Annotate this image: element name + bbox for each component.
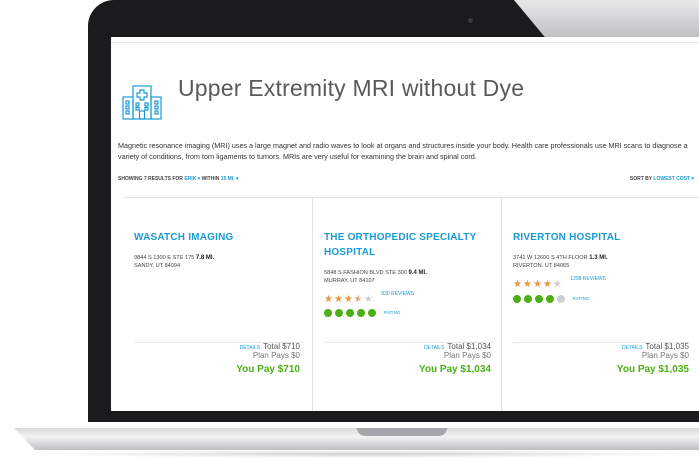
hospital-building-icon bbox=[121, 82, 163, 120]
circle-icon bbox=[335, 308, 343, 317]
circle-icon bbox=[535, 294, 543, 303]
distance-value: 15 MI. bbox=[220, 176, 235, 182]
details-link[interactable]: DETAILS bbox=[424, 345, 444, 351]
rating-link[interactable]: RATING bbox=[572, 296, 589, 301]
laptop-hinge-notch bbox=[357, 428, 447, 436]
star-icon: ★ bbox=[522, 279, 532, 290]
provider-name[interactable]: THE ORTHOPEDIC SPECIALTY HOSPITAL bbox=[324, 230, 489, 260]
circle-icon bbox=[368, 308, 376, 317]
sort-control: SORT BY LOWEST COST ▾ bbox=[630, 176, 694, 182]
address-line-2: SANDY, UT 84094 bbox=[134, 263, 181, 269]
address-line-1: 3741 W 12600 S 4TH FLOOR bbox=[513, 255, 588, 261]
star-icon: ★ bbox=[513, 279, 522, 290]
header-divider bbox=[111, 42, 699, 43]
reviews-link[interactable]: 830 REVIEWS bbox=[381, 289, 414, 299]
sort-dropdown[interactable]: LOWEST COST ▾ bbox=[653, 176, 694, 182]
laptop-shadow bbox=[30, 450, 699, 458]
circle-icon bbox=[524, 294, 532, 303]
page-title: Upper Extremity MRI without Dye bbox=[178, 75, 525, 101]
result-card[interactable]: RIVERTON HOSPITAL 3741 W 12600 S 4TH FLO… bbox=[501, 198, 699, 411]
result-card[interactable]: WASATCH IMAGING 9844 S 1300 E STE 175 7.… bbox=[123, 198, 312, 411]
webcam bbox=[468, 18, 473, 23]
circle-icon bbox=[324, 308, 332, 317]
sort-value: LOWEST COST bbox=[653, 176, 691, 182]
reviews-link[interactable]: 1298 REVIEWS bbox=[570, 274, 606, 284]
chevron-down-icon: ▾ bbox=[236, 176, 239, 182]
circle-empty-icon bbox=[557, 294, 565, 303]
star-rating: ★★★★★ 830 REVIEWS bbox=[324, 289, 414, 305]
you-pay: You Pay $1,035 bbox=[616, 364, 689, 375]
total-cost: Total $1,034 bbox=[447, 342, 491, 351]
plan-pays: Plan Pays $0 bbox=[443, 351, 491, 360]
quality-rating: RATING bbox=[324, 304, 400, 317]
plan-pays: Plan Pays $0 bbox=[252, 351, 300, 360]
circle-icon bbox=[546, 294, 554, 303]
distance-dropdown[interactable]: 15 MI. ▾ bbox=[221, 176, 239, 182]
results-count-text: SHOWING 7 RESULTS FOR bbox=[118, 176, 183, 182]
laptop-base bbox=[13, 428, 699, 450]
address-line-2: MURRAY, UT 84107 bbox=[324, 278, 375, 284]
distance: 7.8 MI. bbox=[195, 255, 215, 261]
within-label: WITHIN bbox=[201, 176, 220, 182]
star-rating: ★★★★★ 1298 REVIEWS bbox=[513, 274, 606, 290]
details-link[interactable]: DETAILS bbox=[622, 345, 642, 351]
provider-address: 9844 S 1300 E STE 175 7.8 MI. SANDY, UT … bbox=[134, 254, 214, 270]
circle-icon bbox=[346, 308, 354, 317]
provider-name[interactable]: WASATCH IMAGING bbox=[134, 230, 299, 245]
circle-icon bbox=[513, 294, 521, 303]
address-line-2: RIVERTON, UT 84065 bbox=[513, 263, 570, 269]
provider-name[interactable]: RIVERTON HOSPITAL bbox=[513, 230, 678, 245]
laptop-mockup: Upper Extremity MRI without Dye Magnetic… bbox=[0, 0, 699, 463]
chevron-down-icon: ▾ bbox=[691, 176, 694, 182]
rating-link[interactable]: RATING bbox=[383, 310, 400, 315]
total-cost: Total $710 bbox=[263, 342, 300, 351]
address-line-1: 9844 S 1300 E STE 175 bbox=[134, 255, 195, 261]
results-list: WASATCH IMAGING 9844 S 1300 E STE 175 7.… bbox=[123, 197, 699, 411]
star-icon: ★ bbox=[542, 279, 552, 290]
procedure-description: Magnetic resonance imaging (MRI) uses a … bbox=[118, 141, 688, 161]
sort-label: SORT BY bbox=[629, 176, 653, 182]
plan-pays: Plan Pays $0 bbox=[641, 351, 689, 360]
result-card[interactable]: THE ORTHOPEDIC SPECIALTY HOSPITAL 5848 S… bbox=[312, 198, 501, 411]
you-pay: You Pay $1,034 bbox=[418, 364, 491, 375]
quality-rating: RATING bbox=[513, 290, 589, 303]
star-empty-icon: ★ bbox=[552, 279, 562, 290]
provider-address: 5848 S FASHION BLVD STE 300 9.4 MI. MURR… bbox=[324, 269, 427, 285]
provider-address: 3741 W 12600 S 4TH FLOOR 1.3 MI. RIVERTO… bbox=[513, 254, 608, 270]
distance: 1.3 MI. bbox=[589, 255, 608, 261]
circle-icon bbox=[357, 308, 365, 317]
location-dropdown[interactable]: ERIK ▾ bbox=[184, 176, 200, 182]
you-pay: You Pay $710 bbox=[236, 364, 300, 375]
star-icon: ★ bbox=[532, 279, 542, 290]
results-filter: SHOWING 7 RESULTS FOR ERIK ▾ WITHIN 15 M… bbox=[118, 176, 239, 182]
location-value: ERIK bbox=[184, 176, 197, 182]
laptop-screen: Upper Extremity MRI without Dye Magnetic… bbox=[111, 37, 699, 411]
total-cost: Total $1,035 bbox=[645, 342, 689, 351]
chevron-down-icon: ▾ bbox=[197, 176, 201, 182]
address-line-1: 5848 S FASHION BLVD STE 300 bbox=[324, 270, 407, 276]
distance: 9.4 MI. bbox=[408, 270, 427, 276]
